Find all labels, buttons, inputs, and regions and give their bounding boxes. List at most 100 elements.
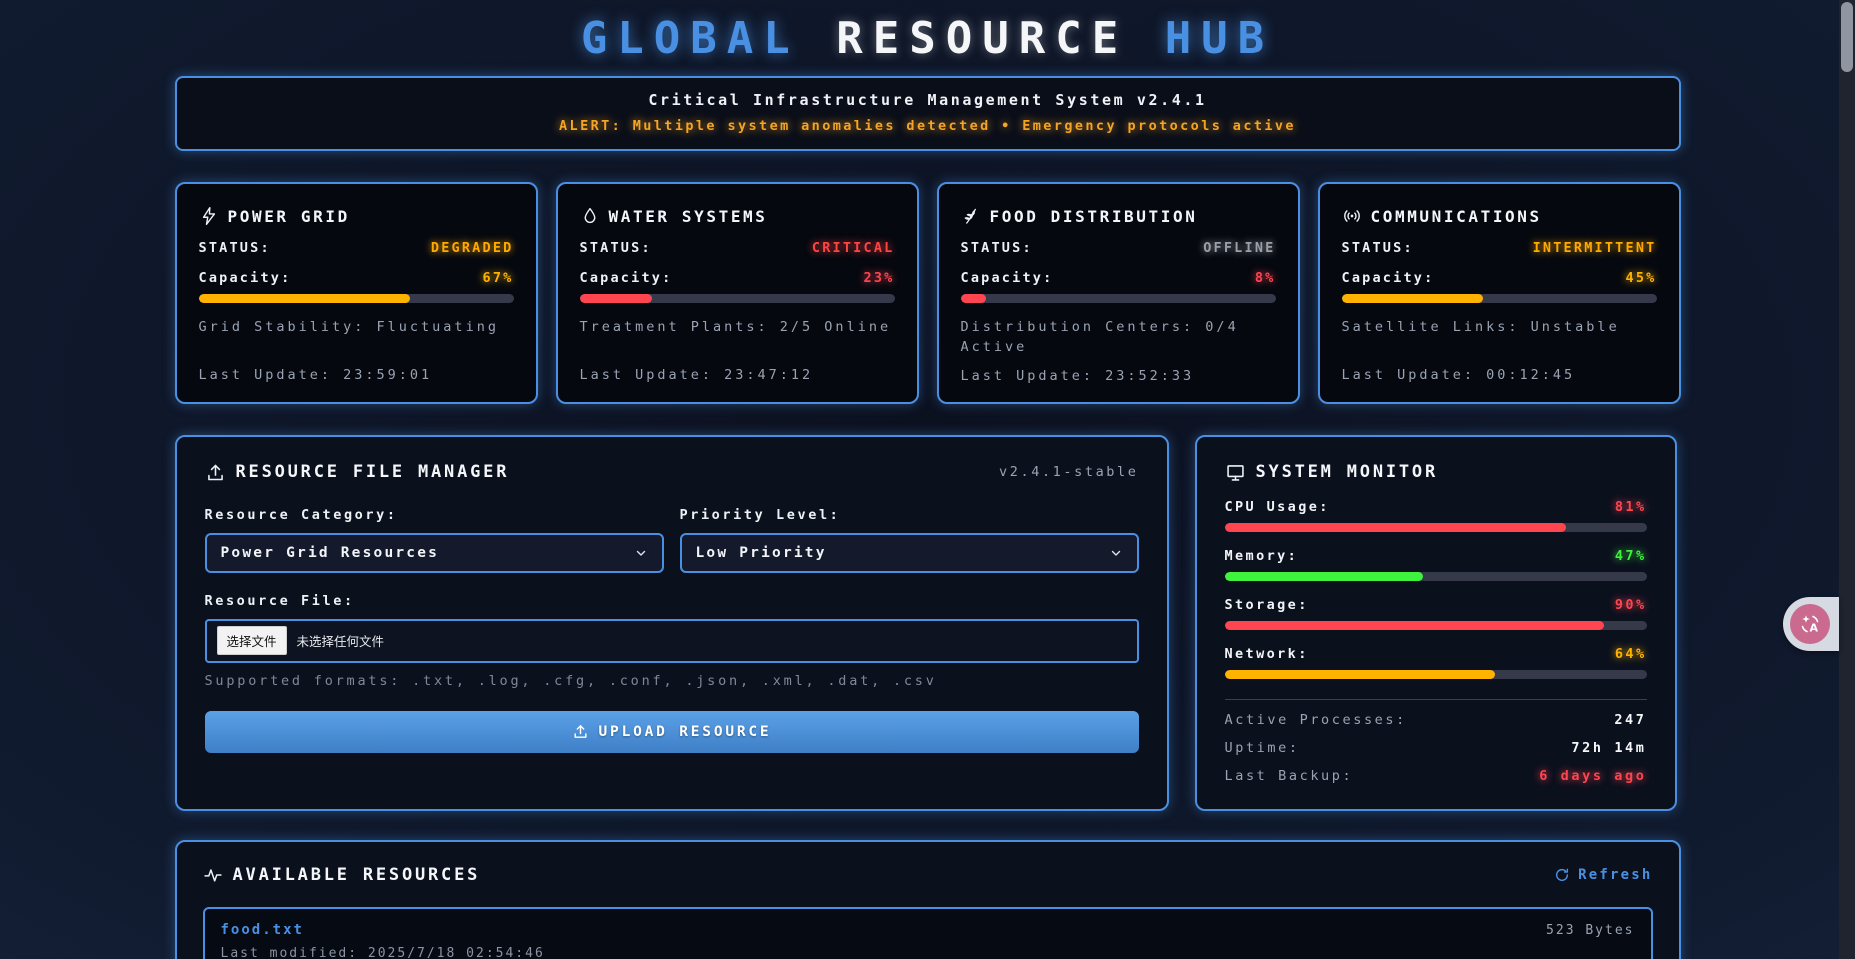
priority-selected-value: Low Priority — [696, 545, 827, 561]
metric-value: 90% — [1615, 597, 1647, 613]
version-label: v2.4.1-stable — [999, 464, 1138, 480]
upload-resource-button[interactable]: UPLOAD RESOURCE — [205, 711, 1139, 753]
translate-button[interactable]: A — [1783, 597, 1839, 651]
stat-value: 6 days ago — [1539, 768, 1646, 784]
metric-bar-fill — [1225, 523, 1567, 532]
panel-title-label: AVAILABLE RESOURCES — [233, 865, 481, 885]
status-label: STATUS: — [199, 240, 271, 256]
status-badge: CRITICAL — [812, 240, 895, 256]
category-field: Resource Category: Power Grid Resources — [205, 507, 664, 573]
metric-bar-fill — [1225, 572, 1423, 581]
card-detail: Satellite Links: Unstable — [1342, 317, 1657, 357]
card-detail: Grid Stability: Fluctuating — [199, 317, 514, 357]
category-select[interactable]: Power Grid Resources — [205, 533, 664, 573]
capacity-row: Capacity: 23% — [580, 270, 895, 286]
capacity-value: 45% — [1626, 270, 1657, 286]
metric-cpu: CPU Usage: 81% — [1225, 499, 1647, 532]
stat-uptime: Uptime: 72h 14m — [1225, 740, 1647, 756]
resource-file-modified: Last modified: 2025/7/18 02:54:46 — [221, 946, 1635, 959]
file-input[interactable]: 选择文件 未选择任何文件 — [205, 619, 1139, 663]
panel-title-label: RESOURCE FILE MANAGER — [236, 462, 510, 482]
stat-active-processes: Active Processes: 247 — [1225, 712, 1647, 728]
metric-bar-fill — [1225, 621, 1605, 630]
metric-value: 81% — [1615, 499, 1647, 515]
resource-file-size: 523 Bytes — [1546, 923, 1634, 938]
card-last-update: Last Update: 23:52:33 — [961, 368, 1276, 384]
status-badge: DEGRADED — [431, 240, 514, 256]
metric-value: 64% — [1615, 646, 1647, 662]
status-label: STATUS: — [1342, 240, 1414, 256]
stat-value: 72h 14m — [1571, 740, 1646, 756]
metric-label: Storage: — [1225, 597, 1309, 613]
lightning-icon — [199, 206, 219, 226]
available-resources-panel: AVAILABLE RESOURCES Refresh food.txt 523… — [175, 840, 1681, 959]
capacity-bar-fill — [1342, 294, 1484, 303]
metric-bar — [1225, 621, 1647, 630]
card-title: COMMUNICATIONS — [1342, 206, 1657, 226]
metric-value: 47% — [1615, 548, 1647, 564]
stat-label: Active Processes: — [1225, 712, 1407, 728]
droplet-icon — [580, 206, 600, 226]
capacity-bar — [961, 294, 1276, 303]
stat-last-backup: Last Backup: 6 days ago — [1225, 768, 1647, 784]
choose-file-button[interactable]: 选择文件 — [217, 626, 287, 655]
metric-storage: Storage: 90% — [1225, 597, 1647, 630]
priority-field: Priority Level: Low Priority — [680, 507, 1139, 573]
capacity-value: 23% — [864, 270, 895, 286]
metric-label: Network: — [1225, 646, 1309, 662]
refresh-button[interactable]: Refresh — [1554, 867, 1652, 883]
card-water-systems: WATER SYSTEMS STATUS: CRITICAL Capacity:… — [556, 182, 919, 404]
monitor-icon — [1225, 462, 1246, 483]
capacity-label: Capacity: — [1342, 270, 1435, 286]
status-row: STATUS: OFFLINE — [961, 240, 1276, 256]
capacity-bar — [199, 294, 514, 303]
resource-file-name[interactable]: food.txt — [221, 922, 304, 938]
chevron-down-icon — [1109, 546, 1123, 560]
panel-title: RESOURCE FILE MANAGER — [205, 462, 510, 483]
resource-list-item[interactable]: food.txt 523 Bytes Last modified: 2025/7… — [203, 907, 1653, 959]
card-last-update: Last Update: 23:59:01 — [199, 367, 514, 383]
stat-value: 247 — [1614, 712, 1646, 728]
supported-formats: Supported formats: .txt, .log, .cfg, .co… — [205, 673, 1139, 689]
capacity-label: Capacity: — [961, 270, 1054, 286]
status-badge: INTERMITTENT — [1533, 240, 1657, 256]
page-container: GLOBAL RESOURCE HUB Critical Infrastruct… — [175, 0, 1681, 959]
scrollbar-track[interactable] — [1839, 0, 1855, 959]
card-last-update: Last Update: 23:47:12 — [580, 367, 895, 383]
metric-bar — [1225, 572, 1647, 581]
capacity-label: Capacity: — [199, 270, 292, 286]
form-grid: Resource Category: Power Grid Resources … — [205, 507, 1139, 573]
refresh-icon — [1554, 867, 1570, 883]
file-field: Resource File: 选择文件 未选择任何文件 Supported fo… — [205, 593, 1139, 689]
card-detail: Treatment Plants: 2/5 Online — [580, 317, 895, 357]
upload-button-label: UPLOAD RESOURCE — [599, 724, 772, 740]
card-title-label: WATER SYSTEMS — [609, 207, 768, 226]
status-label: STATUS: — [961, 240, 1033, 256]
card-title: POWER GRID — [199, 206, 514, 226]
metric-label: Memory: — [1225, 548, 1299, 564]
upload-icon — [205, 462, 226, 483]
metric-bar — [1225, 523, 1647, 532]
system-monitor-panel: SYSTEM MONITOR CPU Usage: 81% Memory: 47… — [1195, 435, 1677, 811]
card-communications: COMMUNICATIONS STATUS: INTERMITTENT Capa… — [1318, 182, 1681, 404]
stat-label: Last Backup: — [1225, 768, 1354, 784]
scrollbar-thumb[interactable] — [1841, 2, 1853, 72]
card-title-label: POWER GRID — [228, 207, 350, 226]
capacity-row: Capacity: 8% — [961, 270, 1276, 286]
panel-header: RESOURCE FILE MANAGER v2.4.1-stable — [205, 462, 1139, 483]
card-power-grid: POWER GRID STATUS: DEGRADED Capacity: 67… — [175, 182, 538, 404]
title-resource: RESOURCE — [836, 13, 1128, 64]
status-row: STATUS: CRITICAL — [580, 240, 895, 256]
stat-label: Uptime: — [1225, 740, 1300, 756]
card-food-distribution: FOOD DISTRIBUTION STATUS: OFFLINE Capaci… — [937, 182, 1300, 404]
status-badge: OFFLINE — [1203, 240, 1275, 256]
refresh-label: Refresh — [1578, 867, 1652, 883]
card-last-update: Last Update: 00:12:45 — [1342, 367, 1657, 383]
system-subtitle: Critical Infrastructure Management Syste… — [197, 91, 1659, 109]
card-detail: Distribution Centers: 0/4 Active — [961, 317, 1276, 358]
panel-header: SYSTEM MONITOR — [1225, 462, 1647, 483]
status-label: STATUS: — [580, 240, 652, 256]
capacity-bar — [1342, 294, 1657, 303]
capacity-bar-fill — [199, 294, 410, 303]
priority-select[interactable]: Low Priority — [680, 533, 1139, 573]
